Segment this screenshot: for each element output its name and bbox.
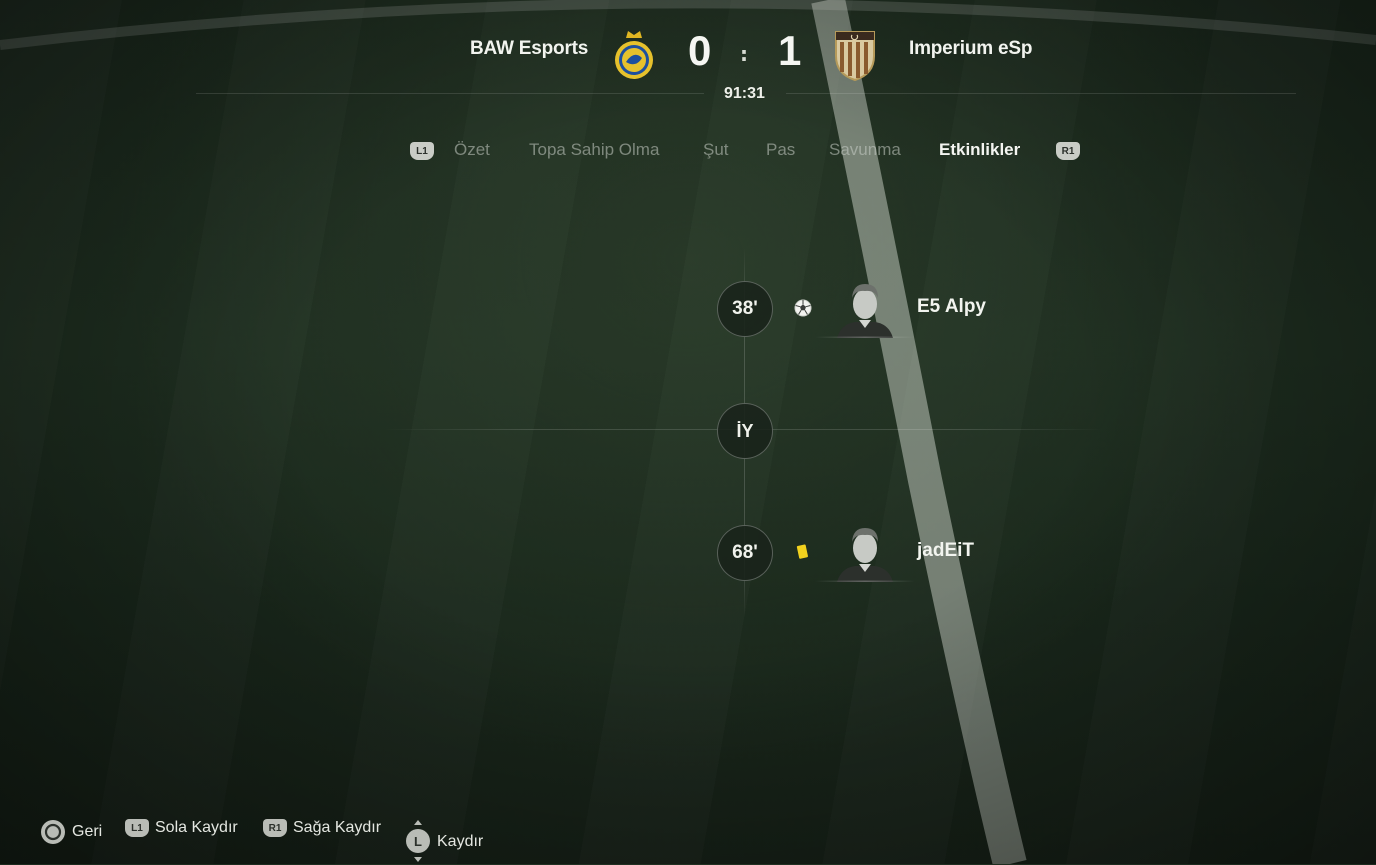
- tab-possession[interactable]: Topa Sahip Olma: [529, 140, 659, 160]
- left-stick-icon: L: [406, 820, 430, 862]
- circle-button-icon: [41, 820, 65, 844]
- r1-button-icon: R1: [263, 819, 287, 837]
- tab-passes[interactable]: Pas: [766, 140, 795, 160]
- score-separator: :: [740, 42, 748, 66]
- tab-shots[interactable]: Şut: [703, 140, 729, 160]
- away-team-crest-icon: [835, 31, 875, 82]
- vignette-overlay: [0, 0, 1376, 864]
- stats-tab-bar: L1 Özet Topa Sahip Olma Şut Pas Savunma …: [0, 140, 1376, 166]
- scroll-hint[interactable]: L Kaydır: [405, 819, 483, 865]
- tab-summary[interactable]: Özet: [454, 140, 490, 160]
- header-divider-right: [786, 93, 1296, 94]
- l1-button-icon: L1: [125, 819, 149, 837]
- away-score: 1: [778, 27, 802, 74]
- header-divider-left: [196, 93, 704, 94]
- scroll-left-label: Sola Kaydır: [155, 819, 238, 836]
- scroll-right-label: Sağa Kaydır: [293, 819, 382, 836]
- r1-bumper-icon[interactable]: R1: [1056, 142, 1080, 160]
- home-score: 0: [688, 27, 712, 74]
- half-time-marker: İY: [717, 403, 773, 459]
- tab-events[interactable]: Etkinlikler: [939, 140, 1020, 160]
- player-avatar: [815, 528, 915, 582]
- tab-defense[interactable]: Savunma: [829, 140, 901, 160]
- yellow-card-icon: [796, 544, 808, 559]
- scroll-right-hint[interactable]: R1 Sağa Kaydır: [263, 819, 381, 837]
- player-avatar: [815, 284, 915, 338]
- player-name: E5 Alpy: [917, 296, 986, 317]
- home-team-name: BAW Esports: [470, 38, 589, 59]
- back-label: Geri: [72, 823, 103, 840]
- away-team-name: Imperium eSp: [909, 38, 1033, 59]
- scroll-left-hint[interactable]: L1 Sola Kaydır: [125, 819, 238, 837]
- l1-bumper-icon[interactable]: L1: [410, 142, 434, 160]
- home-team-crest-icon: [615, 31, 653, 79]
- stick-label: L: [414, 834, 422, 849]
- button-hint-bar: Geri L1 Sola Kaydır R1 Sağa Kaydır L Kay…: [0, 804, 1376, 864]
- event-minute: 38': [717, 281, 773, 337]
- back-hint[interactable]: Geri: [40, 819, 102, 845]
- player-name: jadEiT: [917, 540, 975, 561]
- event-minute: 68': [717, 525, 773, 581]
- ball-icon: [794, 299, 812, 317]
- scroll-label: Kaydır: [437, 833, 484, 850]
- match-clock: 91:31: [724, 85, 765, 102]
